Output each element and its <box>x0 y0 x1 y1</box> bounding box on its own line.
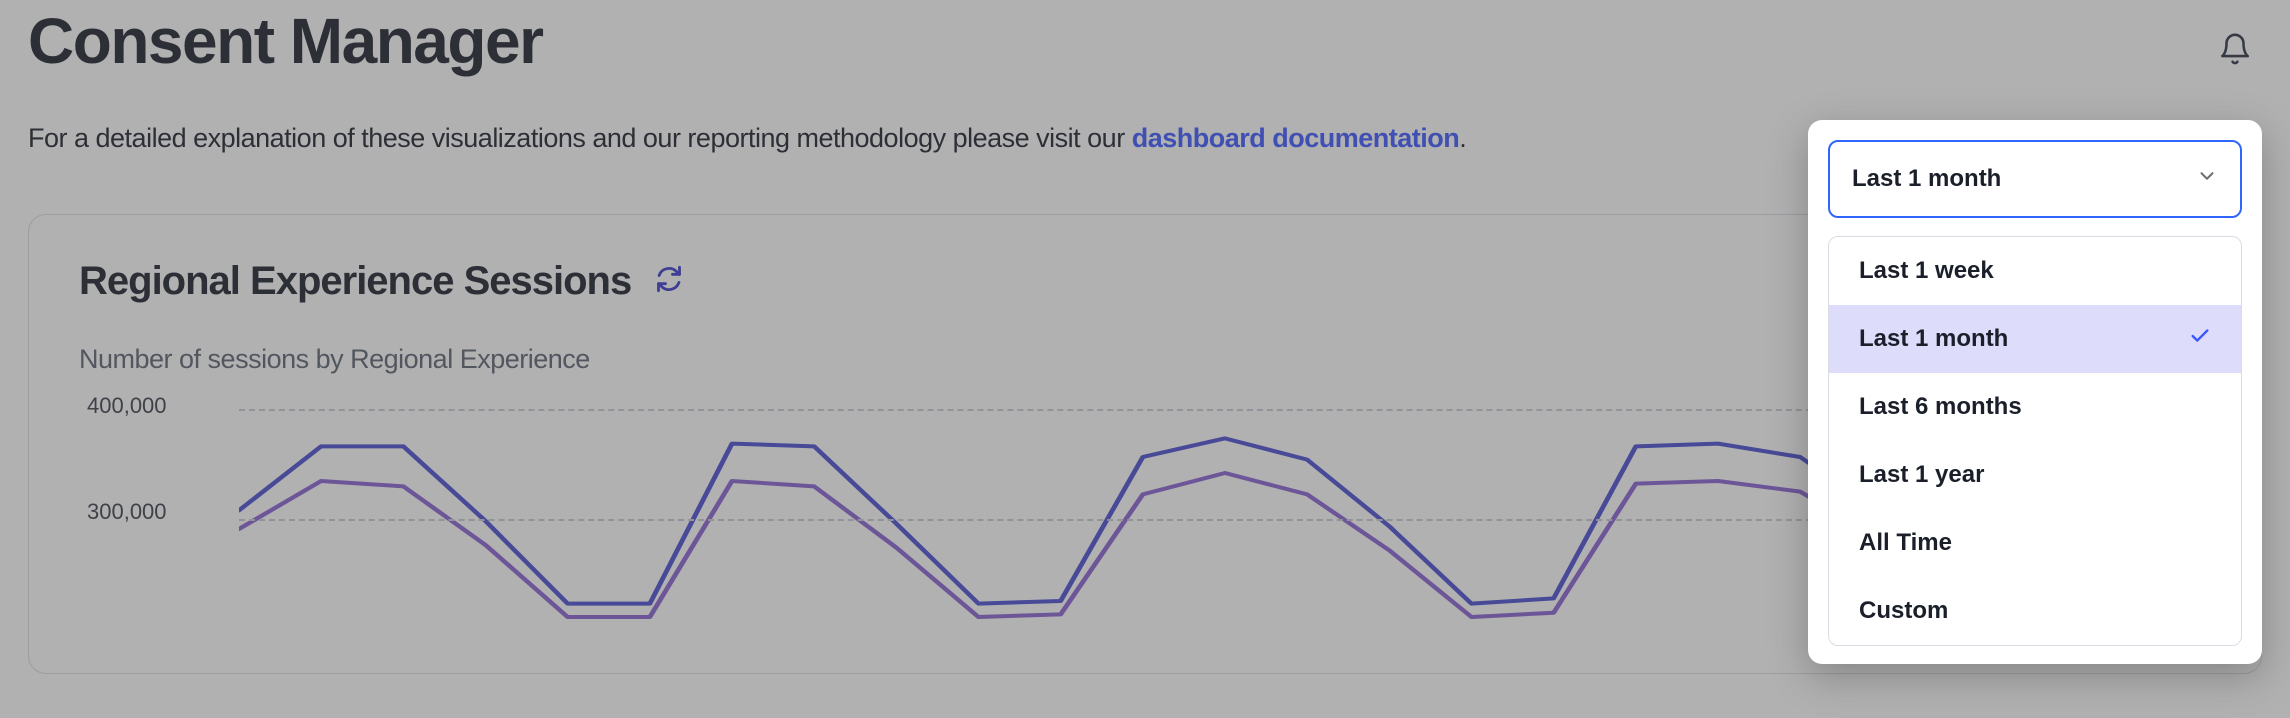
time-range-option-label: Last 1 year <box>1859 461 1984 489</box>
time-range-option[interactable]: Last 1 week <box>1829 237 2241 305</box>
time-range-option-label: Last 1 month <box>1859 325 2008 353</box>
time-range-option[interactable]: Last 6 months <box>1829 373 2241 441</box>
time-range-option-label: Last 1 week <box>1859 257 1994 285</box>
chevron-down-icon <box>2196 165 2218 194</box>
time-range-option[interactable]: Custom <box>1829 577 2241 645</box>
time-range-option[interactable]: Last 1 year <box>1829 441 2241 509</box>
time-range-selected-label: Last 1 month <box>1852 165 2001 193</box>
check-icon <box>2189 325 2211 354</box>
time-range-option-label: Last 6 months <box>1859 393 2022 421</box>
time-range-options: Last 1 week Last 1 month Last 6 months Last… <box>1828 236 2242 646</box>
time-range-option[interactable]: All Time <box>1829 509 2241 577</box>
time-range-option-label: All Time <box>1859 529 1952 557</box>
time-range-popover: Last 1 month Last 1 weekLast 1 monthLast… <box>1808 120 2262 664</box>
time-range-option[interactable]: Last 1 month <box>1829 305 2241 373</box>
time-range-option-label: Custom <box>1859 597 1948 625</box>
time-range-select[interactable]: Last 1 month <box>1828 140 2242 218</box>
